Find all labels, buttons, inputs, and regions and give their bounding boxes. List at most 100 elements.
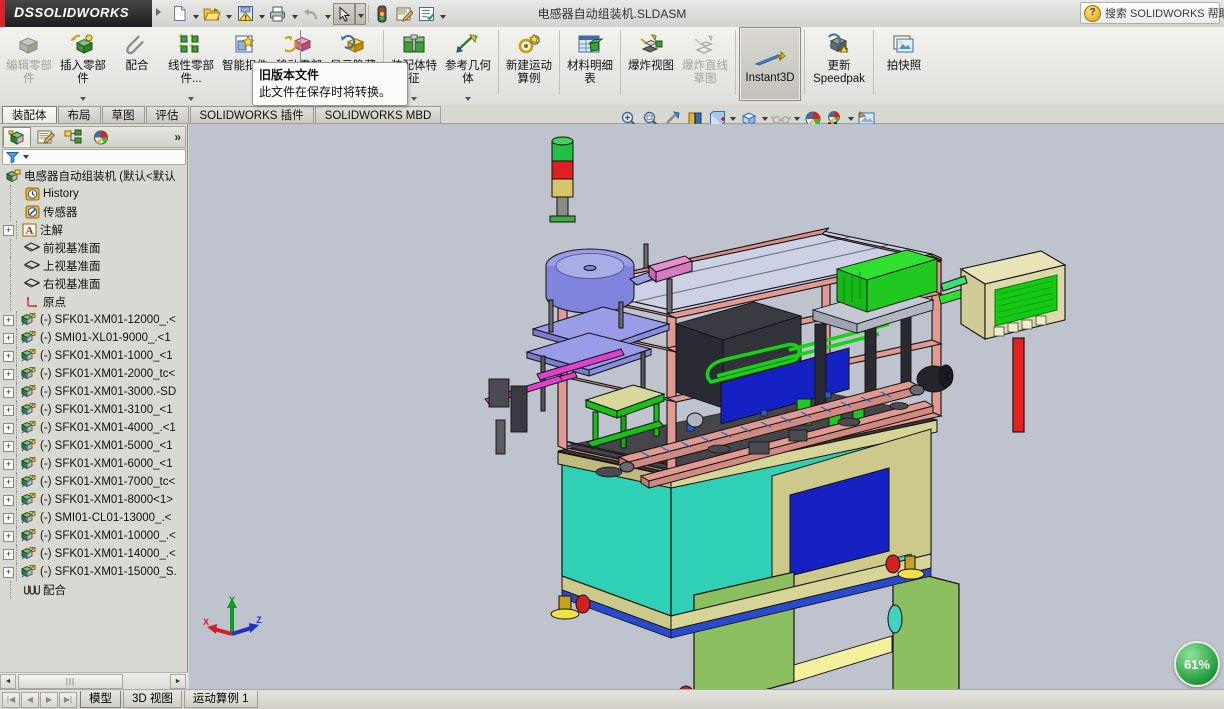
help-search-box[interactable]: ? 搜索 SOLIDWORKS 帮助 (1080, 2, 1220, 24)
tree-item-label: (-) SMI01-XL01-9000_.<1 (40, 332, 171, 344)
manager-tabs-overflow[interactable]: » (174, 130, 185, 144)
tree-item-component[interactable]: + (-) SFK01-XM01-8000<1> (2, 491, 186, 509)
motion-nav-buttons: |◀ ◀ ▶ ▶| (2, 692, 78, 708)
tree-item-label: (-) SFK01-XM01-15000_S. (40, 566, 177, 578)
tree-expand-toggle[interactable]: + (3, 351, 14, 362)
tree-item-origin[interactable]: 原点 (2, 293, 186, 311)
assembly-features-dropdown-arrow[interactable] (411, 97, 417, 101)
zoom-level-badge[interactable]: 61% (1174, 641, 1220, 687)
manager-tab-bar: » (2, 126, 186, 148)
display-manager-tab[interactable] (87, 127, 115, 147)
tree-item-component[interactable]: + (-) SFK01-XM01-3000.-SD (2, 383, 186, 401)
insert-component-dropdown-arrow[interactable] (80, 97, 86, 101)
move-component-icon (285, 30, 313, 60)
bill-of-materials-icon (576, 30, 604, 60)
graphics-viewport[interactable]: Y X Z 61% (189, 124, 1224, 689)
previous-frame-button[interactable]: ◀ (21, 692, 39, 708)
tree-expand-toggle[interactable]: + (3, 549, 14, 560)
tree-item-right-plane[interactable]: 右视基准面 (2, 275, 186, 293)
first-frame-button[interactable]: |◀ (2, 692, 20, 708)
tree-item-component[interactable]: + (-) SFK01-XM01-1000_<1 (2, 347, 186, 365)
ribbon-tab-strip: 装配体 布局 草图 评估 SOLIDWORKS 插件 SOLIDWORKS MB… (0, 105, 1224, 124)
linear-component-pattern-command[interactable]: 线性零部件... (164, 27, 218, 103)
scroll-right-arrow-icon[interactable]: ► (170, 674, 186, 689)
tree-expand-toggle[interactable]: + (3, 423, 14, 434)
mate-command[interactable]: 配合 (110, 27, 164, 103)
tab-solidworks-addins[interactable]: SOLIDWORKS 插件 (190, 106, 314, 124)
tree-item-component[interactable]: + (-) SFK01-XM01-2000_tc< (2, 365, 186, 383)
tree-expand-toggle[interactable]: + (3, 405, 14, 416)
tree-item-component[interactable]: + (-) SFK01-XM01-3100_<1 (2, 401, 186, 419)
bottom-tab-model[interactable]: 模型 (80, 691, 121, 708)
tree-item-component[interactable]: + (-) SFK01-XM01-4000_.<1 (2, 419, 186, 437)
tree-expand-toggle[interactable]: + (3, 477, 14, 488)
tab-evaluate[interactable]: 评估 (146, 106, 189, 124)
tree-expand-toggle[interactable]: + (3, 513, 14, 524)
horizontal-scroll-thumb[interactable]: ||| (18, 674, 123, 689)
tree-expand-toggle[interactable]: + (3, 531, 14, 542)
scroll-left-arrow-icon[interactable]: ◄ (0, 674, 16, 689)
tree-expand-toggle[interactable]: + (3, 315, 14, 326)
tree-expand-toggle[interactable]: + (3, 567, 14, 578)
next-frame-button[interactable]: ▶ (40, 692, 58, 708)
tab-solidworks-mbd[interactable]: SOLIDWORKS MBD (315, 106, 442, 124)
tree-item-component[interactable]: + (-) SFK01-XM01-14000_.< (2, 545, 186, 563)
tree-expand-toggle[interactable]: + (3, 333, 14, 344)
update-speedpak-command[interactable]: 更新 Speedpak (808, 27, 870, 103)
tree-item-component[interactable]: + (-) SFK01-XM01-6000_<1 (2, 455, 186, 473)
tab-assembly[interactable]: 装配体 (2, 106, 57, 124)
tree-item-mates[interactable]: 配合 (2, 581, 186, 599)
ribbon-separator-2 (498, 30, 499, 94)
tab-layout[interactable]: 布局 (58, 106, 101, 124)
tree-item-label: 注解 (40, 222, 63, 238)
tab-sketch[interactable]: 草图 (102, 106, 145, 124)
tree-horizontal-scrollbar[interactable]: ◄ ||| ► (0, 672, 188, 689)
tree-expand-toggle[interactable]: + (3, 369, 14, 380)
filter-dropdown-arrow[interactable] (23, 155, 29, 159)
ribbon-separator-6 (804, 30, 805, 94)
instant3d-command[interactable]: Instant3D (739, 27, 801, 101)
tree-item-label: (-) SFK01-XM01-14000_.< (40, 548, 176, 560)
take-snapshot-command[interactable]: 拍快照 (877, 27, 931, 103)
bottom-tab-motion-study[interactable]: 运动算例 1 (184, 691, 258, 708)
new-motion-study-label: 新建运动算例 (502, 60, 556, 86)
explode-line-sketch-command[interactable]: 爆炸直线草图 (678, 27, 732, 103)
tree-connector (10, 203, 24, 221)
tree-item-front-plane[interactable]: 前视基准面 (2, 239, 186, 257)
feature-manager-tree-tab[interactable] (3, 127, 31, 147)
tree-root-row[interactable]: 电感器自动组装机 (默认<默认 (2, 167, 186, 185)
tree-item-history[interactable]: History (2, 185, 186, 203)
tree-item-component[interactable]: + (-) SMI01-CL01-13000_.< (2, 509, 186, 527)
ribbon-separator-7 (873, 30, 874, 94)
linear-pattern-dropdown-arrow[interactable] (188, 97, 194, 101)
tree-item-sensors[interactable]: 传感器 (2, 203, 186, 221)
configuration-manager-tab[interactable] (59, 127, 87, 147)
bill-of-materials-command[interactable]: 材料明细表 (563, 27, 617, 103)
ribbon-separator-5 (735, 30, 736, 94)
tree-expand-toggle[interactable]: + (3, 459, 14, 470)
bottom-tab-3d-views[interactable]: 3D 视图 (123, 691, 182, 708)
tree-item-component[interactable]: + (-) SFK01-XM01-7000_tc< (2, 473, 186, 491)
tree-expand-toggle[interactable]: + (3, 441, 14, 452)
tree-item-annotations[interactable]: + A 注解 (2, 221, 186, 239)
bottom-status-bar: |◀ ◀ ▶ ▶| 模型 3D 视图 运动算例 1 (0, 689, 1224, 709)
last-frame-button[interactable]: ▶| (59, 692, 77, 708)
tree-item-top-plane[interactable]: 上视基准面 (2, 257, 186, 275)
property-manager-tab[interactable] (31, 127, 59, 147)
tree-expand-toggle[interactable]: + (3, 387, 14, 398)
tree-item-component[interactable]: + (-) SFK01-XM01-5000_<1 (2, 437, 186, 455)
exploded-view-command[interactable]: 爆炸视图 (624, 27, 678, 103)
reference-geometry-command[interactable]: 参考几何体 (441, 27, 495, 103)
tree-filter-bar[interactable] (2, 149, 186, 165)
tree-item-component[interactable]: + (-) SFK01-XM01-10000_.< (2, 527, 186, 545)
new-motion-study-command[interactable]: 新建运动算例 (502, 27, 556, 103)
tree-item-component[interactable]: + (-) SFK01-XM01-15000_S. (2, 563, 186, 581)
tree-item-component[interactable]: + (-) SFK01-XM01-12000_.< (2, 311, 186, 329)
tree-item-component[interactable]: + (-) SMI01-XL01-9000_.<1 (2, 329, 186, 347)
bill-of-materials-label: 材料明细表 (563, 60, 617, 86)
tree-expand-toggle[interactable]: + (3, 225, 14, 236)
tree-expand-toggle[interactable]: + (3, 495, 14, 506)
edit-component-command[interactable]: 编辑零部件 (2, 27, 56, 103)
reference-geometry-dropdown-arrow[interactable] (465, 97, 471, 101)
insert-component-command[interactable]: 插入零部件 (56, 27, 110, 103)
